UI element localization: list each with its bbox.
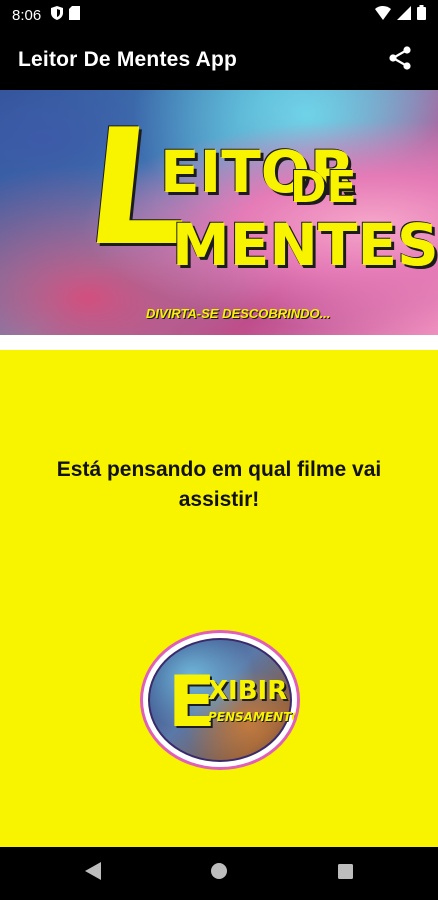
nav-back-button[interactable] xyxy=(30,862,156,885)
logo-word3: MENTES xyxy=(172,211,438,279)
share-icon xyxy=(389,45,411,75)
banner-divider xyxy=(0,335,438,350)
status-bar: 8:06 xyxy=(0,0,438,30)
recents-icon xyxy=(337,863,353,884)
home-icon xyxy=(211,863,227,884)
main-content: Está pensando em qual filme vai assistir… xyxy=(0,350,438,847)
share-button[interactable] xyxy=(380,40,420,80)
back-icon xyxy=(85,862,101,885)
reveal-button-art: E XIBIR PENSAMENTO xyxy=(148,638,297,762)
nav-recents-button[interactable] xyxy=(282,863,408,884)
status-left-icons xyxy=(51,5,81,25)
shield-icon xyxy=(51,5,64,25)
sd-card-icon xyxy=(69,5,81,25)
reveal-word1: XIBIR xyxy=(208,676,288,706)
wifi-icon xyxy=(375,5,391,25)
banner-tagline: DIVIRTA-SE DESCOBRINDO... xyxy=(146,306,331,321)
status-time: 8:06 xyxy=(12,6,42,24)
thought-message: Está pensando em qual filme vai assistir… xyxy=(56,458,382,511)
battery-icon xyxy=(417,5,426,25)
reveal-thought-button[interactable]: E XIBIR PENSAMENTO xyxy=(140,630,300,770)
system-nav-bar xyxy=(0,847,438,900)
app-bar: Leitor De Mentes App xyxy=(0,30,438,90)
signal-icon xyxy=(397,5,411,25)
logo-word2: DE xyxy=(290,162,357,213)
status-right-icons xyxy=(375,5,426,25)
app-title: Leitor De Mentes App xyxy=(18,48,238,71)
reveal-word2: PENSAMENTO xyxy=(208,710,300,724)
nav-home-button[interactable] xyxy=(156,863,282,884)
banner-image: L EITOR DE MENTES DIVIRTA-SE DESCOBRINDO… xyxy=(0,90,438,335)
